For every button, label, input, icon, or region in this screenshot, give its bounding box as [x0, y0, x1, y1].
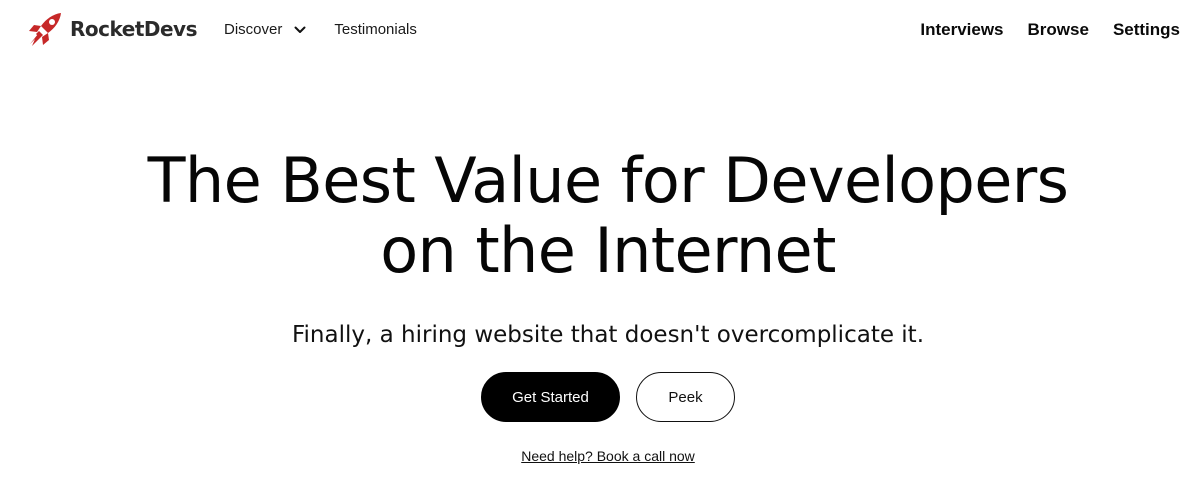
- top-navbar: RocketDevs Discover Testimonials Intervi…: [0, 0, 1190, 62]
- nav-discover[interactable]: Discover: [224, 21, 306, 38]
- brand-logo-link[interactable]: RocketDevs: [26, 10, 198, 48]
- brand-name: RocketDevs: [70, 17, 198, 41]
- nav-testimonials-label: Testimonials: [334, 21, 417, 38]
- book-call-link[interactable]: Need help? Book a call now: [521, 448, 695, 464]
- hero-title: The Best Value for Developers on the Int…: [0, 146, 1190, 286]
- get-started-button[interactable]: Get Started: [481, 372, 620, 422]
- nav-testimonials[interactable]: Testimonials: [334, 21, 417, 38]
- rocket-icon: [29, 13, 61, 46]
- hero-subtitle: Finally, a hiring website that doesn't o…: [291, 322, 925, 348]
- nav-interviews[interactable]: Interviews: [920, 20, 1003, 40]
- chevron-down-icon: [294, 26, 306, 33]
- help-link-container: Need help? Book a call now: [0, 448, 1190, 464]
- nav-browse[interactable]: Browse: [1028, 20, 1089, 40]
- primary-nav: Discover Testimonials: [224, 21, 417, 38]
- account-nav: Interviews Browse Settings: [896, 20, 1180, 40]
- hero-title-line-2: on the Internet: [380, 214, 836, 287]
- hero-title-line-1: The Best Value for Developers: [147, 144, 1069, 217]
- nav-discover-label: Discover: [224, 21, 283, 38]
- page: RocketDevs Discover Testimonials Intervi…: [0, 0, 1190, 499]
- peek-button[interactable]: Peek: [636, 372, 735, 422]
- nav-settings[interactable]: Settings: [1113, 20, 1180, 40]
